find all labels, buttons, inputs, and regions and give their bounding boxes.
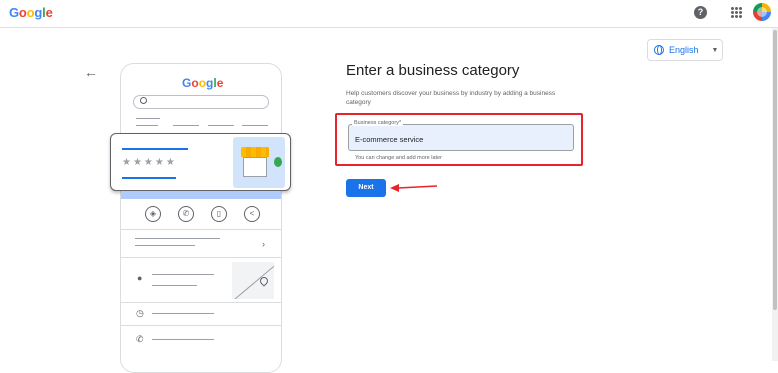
illustration-line — [152, 274, 214, 275]
scrollbar-thumb[interactable] — [773, 30, 777, 310]
illustration-line — [135, 238, 220, 239]
language-label: English — [669, 45, 699, 55]
business-category-value[interactable]: E-commerce service — [355, 135, 423, 144]
bookmark-icon: ▯ — [211, 206, 227, 222]
illustration-line — [152, 339, 214, 340]
illustration-line — [152, 313, 214, 314]
chevron-down-icon: ▼ — [711, 46, 719, 54]
back-arrow-icon[interactable]: ← — [84, 64, 98, 80]
illustration-line — [122, 177, 176, 179]
divider — [121, 257, 281, 258]
apps-grid-icon[interactable] — [731, 7, 742, 18]
illustration-line — [122, 148, 188, 150]
tree-icon — [274, 157, 282, 167]
illustration-line — [136, 125, 158, 126]
awning-icon — [241, 147, 269, 157]
rating-stars-icon: ★★★★★ — [122, 157, 177, 168]
phone-icon: ✆ — [178, 206, 194, 222]
help-text: Help customers discover your business by… — [346, 90, 556, 106]
share-icon: < — [244, 206, 260, 222]
business-category-label: Business category* — [352, 120, 404, 126]
phone-icon: ✆ — [136, 334, 144, 344]
illustration-line — [173, 125, 199, 126]
globe-icon — [654, 45, 664, 55]
divider — [121, 302, 281, 303]
illustration-band — [121, 191, 281, 199]
illustration-line — [135, 245, 195, 246]
search-icon — [140, 97, 147, 104]
illustration-line — [208, 125, 234, 126]
page-title: Enter a business category — [346, 62, 520, 79]
location-pin-icon: ● — [137, 273, 143, 283]
illustration-line — [136, 118, 160, 119]
language-selector[interactable]: English ▼ — [647, 39, 723, 61]
divider — [121, 229, 281, 230]
store-building-icon — [243, 157, 267, 177]
divider — [121, 325, 281, 326]
top-bar: Google ? — [0, 0, 778, 28]
account-avatar[interactable] — [753, 3, 771, 21]
clock-icon: ◷ — [136, 308, 144, 318]
next-button[interactable]: Next — [346, 179, 386, 197]
google-logo[interactable]: Google — [9, 5, 53, 20]
red-arrow-icon — [390, 184, 438, 192]
illustration-action-icons: ◈ ✆ ▯ < — [145, 206, 260, 222]
illustration-line — [242, 125, 268, 126]
illustration-line — [152, 285, 197, 286]
chevron-right-icon: › — [262, 239, 265, 249]
illustration-search-bar — [133, 95, 269, 109]
field-hint: You can change and add more later — [355, 155, 442, 161]
directions-icon: ◈ — [145, 206, 161, 222]
help-icon[interactable]: ? — [694, 6, 707, 19]
illustration-logo: Google — [182, 76, 224, 90]
